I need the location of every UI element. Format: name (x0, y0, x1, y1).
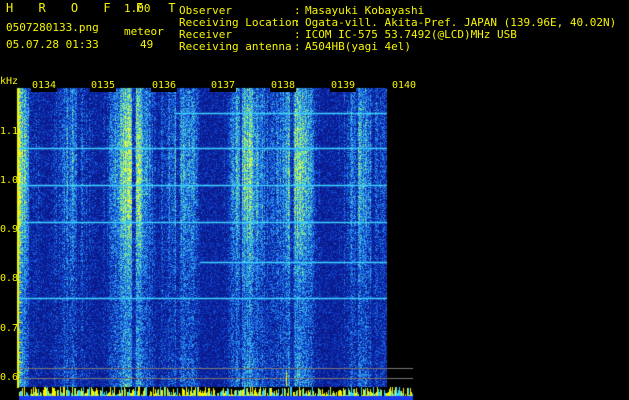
antenna-label: Receiving antenna (179, 40, 292, 53)
x-tick-0138: 0138 (270, 80, 297, 92)
app-version: 1.00 (124, 2, 151, 15)
x-tick-0134: 0134 (31, 80, 58, 92)
mode-label: meteor (124, 25, 164, 38)
x-tick-0140: 0140 (391, 80, 418, 92)
antenna-colon: : (294, 40, 301, 53)
count-value: 49 (140, 38, 154, 51)
y-tick-1-1: 1.1 (0, 126, 19, 137)
x-tick-0136: 0136 (151, 80, 178, 92)
y-tick-0-9: 0.9 (0, 224, 19, 235)
y-tick-0-7: 0.7 (0, 323, 19, 334)
datetime: 05.07.28 01:33 (6, 38, 99, 51)
y-axis-unit: kHz (0, 76, 19, 87)
app-title: H R O F F T (6, 1, 185, 15)
x-tick-0137: 0137 (210, 80, 237, 92)
y-tick-0-8: 0.8 (0, 273, 19, 284)
x-tick-0135: 0135 (90, 80, 117, 92)
spectrogram-canvas (0, 0, 629, 400)
y-tick-0-6: 0.6 (0, 372, 19, 383)
file-name: 0507280133.png (6, 21, 99, 34)
antenna-value: A504HB(yagi 4el) (305, 40, 411, 53)
x-tick-0139: 0139 (330, 80, 357, 92)
y-tick-1-0: 1.0 (0, 175, 19, 186)
